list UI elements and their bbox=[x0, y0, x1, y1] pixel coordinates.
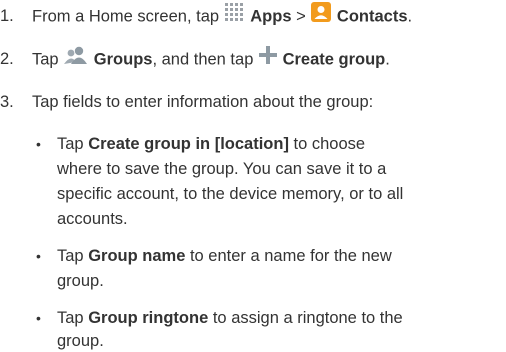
bullet-2-line-2: group. bbox=[57, 272, 104, 290]
create-group-label: Create group bbox=[282, 50, 386, 69]
bullet-2-marker: • bbox=[36, 248, 41, 264]
step-3-text: Tap fields to enter information about th… bbox=[32, 93, 374, 111]
groups-label: Groups bbox=[93, 50, 153, 69]
bullet-3-line-1: Tap Group ringtone to assign a ringtone … bbox=[57, 307, 403, 329]
bullet-1-marker: • bbox=[36, 136, 41, 152]
step-2-number: 2. bbox=[0, 50, 14, 69]
step-1-end: . bbox=[407, 7, 413, 26]
bullet-1-line-2: where to save the group. You can save it… bbox=[57, 160, 387, 178]
apps-label: Apps bbox=[250, 7, 292, 26]
step-2: 2. Tap Groups, and then tap Create group. bbox=[0, 45, 390, 73]
bullet-1-post: to choose bbox=[288, 135, 366, 153]
step-3-number: 3. bbox=[0, 93, 14, 111]
bullet-1-line-4: accounts. bbox=[57, 210, 128, 228]
step-2-mid: , and then tap bbox=[152, 50, 258, 69]
step-1-sep: > bbox=[291, 7, 311, 26]
bullet-3-marker: • bbox=[36, 310, 41, 326]
step-1: 1. From a Home screen, tap Apps > Contact… bbox=[0, 1, 413, 31]
step-1-text: From a Home screen, tap bbox=[32, 7, 224, 26]
bullet-1-line-1: Tap Create group in [location] to choose bbox=[57, 133, 365, 155]
plus-icon bbox=[258, 45, 278, 71]
groups-icon bbox=[63, 45, 89, 71]
bullet-1-pre: Tap bbox=[57, 135, 89, 153]
group-ringtone-label: Group ringtone bbox=[88, 309, 209, 327]
instructions-page: 1. From a Home screen, tap Apps > Contact… bbox=[0, 0, 506, 350]
contacts-label: Contacts bbox=[336, 7, 408, 26]
bullet-2-pre: Tap bbox=[57, 247, 89, 265]
step-2-end: . bbox=[385, 50, 390, 69]
bullet-3-pre: Tap bbox=[57, 309, 89, 327]
create-group-in-location: Create group in [location] bbox=[88, 135, 289, 153]
apps-grid-icon bbox=[224, 2, 246, 28]
group-name-label: Group name bbox=[88, 247, 186, 265]
step-2-text: Tap bbox=[32, 50, 64, 69]
bullet-2-line-1: Tap Group name to enter a name for the n… bbox=[57, 245, 392, 267]
bullet-1-line-3: specific account, to the device memory, … bbox=[57, 185, 404, 203]
bullet-2-post: to enter a name for the new bbox=[185, 247, 392, 265]
bullet-3-post: to assign a ringtone to the bbox=[208, 309, 403, 327]
step-1-number: 1. bbox=[0, 7, 14, 26]
contacts-icon bbox=[310, 1, 332, 29]
step-3: 3. Tap fields to enter information about … bbox=[0, 91, 373, 113]
